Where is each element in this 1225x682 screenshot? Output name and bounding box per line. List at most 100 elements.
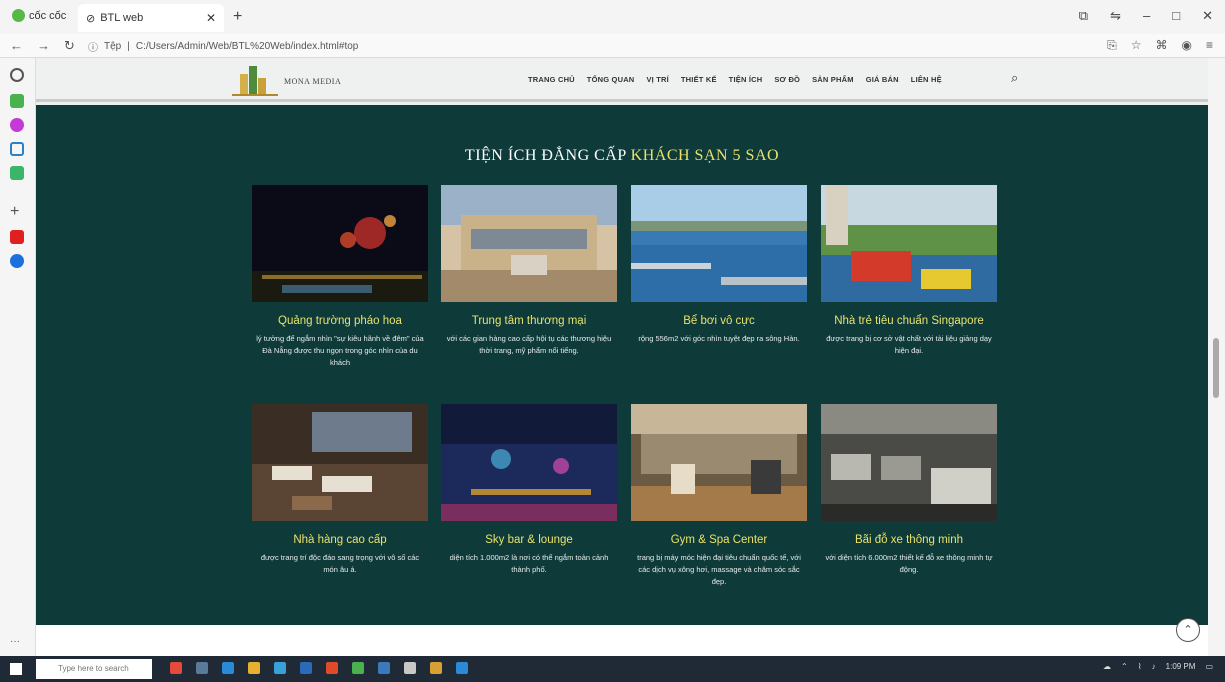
app4-icon[interactable]: [456, 662, 468, 674]
reload-icon[interactable]: ↻: [64, 38, 75, 54]
mail-icon[interactable]: [300, 662, 312, 674]
amenity-title: Bể bơi vô cực: [683, 315, 755, 327]
new-tab-icon[interactable]: +: [233, 8, 242, 26]
app-icon[interactable]: [170, 662, 182, 674]
amenity-card[interactable]: Nhà trẻ tiêu chuẩn Singapore được trang …: [821, 185, 997, 357]
amenity-card[interactable]: Bể bơi vô cực rộng 556m2 với góc nhìn tu…: [631, 185, 807, 345]
amenity-card[interactable]: Quảng trường pháo hoa lý tưởng để ngắm n…: [252, 185, 428, 369]
toolbar-icons: ⎘ ☆ ⌘ ◉ ≡: [1107, 38, 1213, 53]
settings-icon[interactable]: [404, 662, 416, 674]
windows-taskbar: Type here to search ☁ ⌃ ⌇ ♪ 1:09 PM ▭: [0, 656, 1225, 682]
amenity-desc: được trang bị cơ sở vật chất với tài liệ…: [826, 334, 992, 355]
section-heading: TIỆN ÍCH ĐẲNG CẤP KHÁCH SẠN 5 SAO: [36, 147, 1208, 165]
volume-icon[interactable]: ♪: [1152, 662, 1156, 671]
logo-text: MONA MEDIA: [284, 76, 342, 86]
minimize-icon[interactable]: –: [1143, 8, 1150, 24]
nav-item-lien-he[interactable]: LIÊN HỆ: [911, 75, 942, 84]
page-scrollbar[interactable]: [1208, 58, 1225, 656]
network-icon[interactable]: ⌇: [1138, 662, 1142, 671]
nav-item-vi-tri[interactable]: VỊ TRÍ: [646, 75, 668, 84]
windows-start-icon[interactable]: [10, 663, 22, 675]
amenity-title: Nhà hàng cao cấp: [293, 534, 387, 546]
tab-search-icon[interactable]: ⧉: [1079, 8, 1088, 24]
file-explorer-icon[interactable]: [248, 662, 260, 674]
amenity-card[interactable]: Nhà hàng cao cấp được trang trí độc đáo …: [252, 404, 428, 576]
close-icon[interactable]: ✕: [206, 11, 216, 25]
youtube-icon[interactable]: [10, 230, 24, 244]
url-field[interactable]: ⓘ Tệp | C:/Users/Admin/Web/BTL%20Web/ind…: [88, 38, 1088, 55]
coccoc-logo-icon: [12, 9, 25, 22]
browser-brand[interactable]: cốc cốc: [12, 9, 66, 22]
amenity-desc: diện tích 1.000m2 là nơi có thể ngắm toà…: [449, 553, 609, 574]
url-prefix: Tệp: [104, 41, 122, 52]
window-controls: ⧉ ⇋ – □ ✕: [1079, 8, 1213, 24]
menu-icon[interactable]: ≡: [1206, 38, 1213, 53]
edge-icon[interactable]: [222, 662, 234, 674]
skybar-photo: [441, 404, 617, 521]
scroll-to-top-button[interactable]: ⌃: [1176, 618, 1200, 642]
profile-icon[interactable]: ◉: [1182, 38, 1192, 53]
amenity-desc: rộng 556m2 với góc nhìn tuyệt đẹp ra sôn…: [638, 334, 800, 343]
nav-buttons: ← → ↻: [10, 38, 75, 54]
nav-item-tong-quan[interactable]: TỔNG QUAN: [587, 75, 635, 84]
heading-text: TIỆN ÍCH ĐẲNG CẤP: [464, 147, 631, 164]
close-window-icon[interactable]: ✕: [1202, 8, 1213, 24]
weather-icon[interactable]: ☁: [1103, 662, 1111, 671]
tab-title: BTL web: [100, 12, 144, 24]
fireworks-photo: [252, 185, 428, 302]
share-icon[interactable]: ⎘: [1107, 38, 1117, 53]
amenity-title: Trung tâm thương mại: [471, 315, 587, 327]
maximize-icon[interactable]: □: [1172, 8, 1180, 24]
chart-icon[interactable]: [10, 142, 24, 156]
amenity-card[interactable]: Sky bar & lounge diện tích 1.000m2 là nơ…: [441, 404, 617, 576]
taskbar-search-input[interactable]: Type here to search: [36, 659, 152, 679]
nav-item-so-do[interactable]: SƠ ĐỒ: [774, 75, 800, 84]
amenity-title: Bãi đỗ xe thông minh: [854, 534, 964, 546]
add-icon[interactable]: +: [10, 204, 24, 220]
taskbar-search-text: Type here to search: [58, 664, 129, 673]
nav-item-san-pham[interactable]: SẢN PHẨM: [812, 75, 854, 84]
amenity-desc: được trang trí độc đáo sang trọng với vô…: [260, 553, 420, 574]
more-icon[interactable]: ···: [10, 636, 24, 650]
downloads-icon[interactable]: ⇋: [1110, 8, 1121, 24]
gym-photo: [631, 404, 807, 521]
clock[interactable]: 1:09 PM: [1166, 662, 1196, 671]
tray-chevron-icon[interactable]: ⌃: [1121, 662, 1128, 671]
scrollbar-thumb[interactable]: [1213, 338, 1219, 398]
amenity-card[interactable]: Gym & Spa Center trang bị máy móc hiện đ…: [631, 404, 807, 588]
extensions-icon[interactable]: ⌘: [1156, 38, 1168, 53]
store-icon[interactable]: [274, 662, 286, 674]
parking-photo: [821, 404, 997, 521]
browser-tab-strip: cốc cốc ⊘ BTL web ✕ + ⧉ ⇋ – □ ✕: [0, 0, 1225, 34]
tab-btl-web[interactable]: ⊘ BTL web ✕: [78, 4, 224, 32]
forward-icon[interactable]: →: [37, 38, 50, 54]
coccoc-icon[interactable]: [352, 662, 364, 674]
nav-item-trang-chu[interactable]: TRANG CHỦ: [528, 75, 575, 84]
history-icon[interactable]: [10, 68, 24, 82]
facebook-icon[interactable]: [10, 254, 24, 268]
star-icon[interactable]: ☆: [1131, 38, 1142, 53]
taskbar-pinned-apps: [170, 662, 468, 674]
mall-photo: [441, 185, 617, 302]
game-icon[interactable]: [10, 166, 24, 180]
amenity-card[interactable]: Bãi đỗ xe thông minh với diện tích 6.000…: [821, 404, 997, 576]
task-view-icon[interactable]: [196, 662, 208, 674]
notification-icon[interactable]: ▭: [1205, 662, 1213, 671]
chat-icon[interactable]: [10, 94, 24, 108]
chrome-icon[interactable]: [326, 662, 338, 674]
amenity-card[interactable]: Trung tâm thương mại với các gian hàng c…: [441, 185, 617, 357]
app2-icon[interactable]: [378, 662, 390, 674]
search-icon[interactable]: ⌕: [1011, 70, 1018, 86]
site-logo[interactable]: MONA MEDIA: [232, 66, 341, 96]
nav-item-tien-ich[interactable]: TIỆN ÍCH: [729, 75, 763, 84]
nav-item-gia-ban[interactable]: GIÁ BÁN: [866, 75, 899, 84]
back-icon[interactable]: ←: [10, 38, 23, 54]
pool-photo: [631, 185, 807, 302]
app3-icon[interactable]: [430, 662, 442, 674]
messenger-icon[interactable]: [10, 118, 24, 132]
amenity-desc: với các gian hàng cao cấp hội tụ các thư…: [446, 334, 612, 355]
browser-sidebar: + ···: [0, 58, 36, 656]
logo-building-icon: [232, 66, 278, 96]
heading-highlight: KHÁCH SẠN 5 SAO: [630, 147, 780, 164]
nav-item-thiet-ke[interactable]: THIẾT KẾ: [681, 75, 717, 84]
